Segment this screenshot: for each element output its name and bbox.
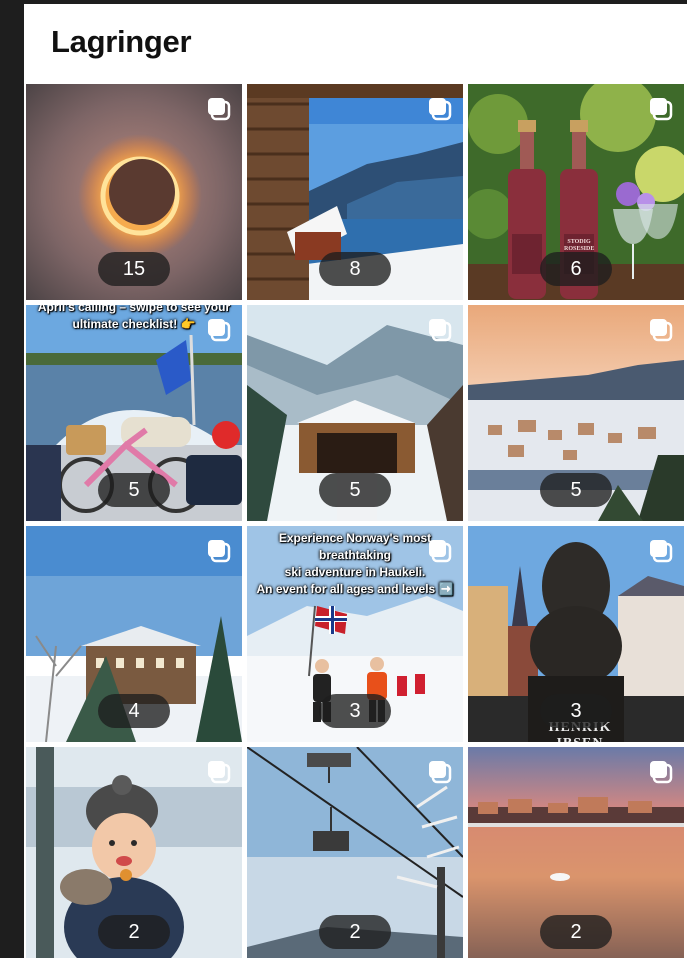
caption-line: ski adventure in Haukeli.	[284, 565, 426, 579]
multiple-items-icon	[429, 319, 452, 342]
collection-tile-snowy-bridge[interactable]: 5	[247, 305, 463, 521]
multiple-items-icon	[208, 540, 231, 563]
collection-tile-ski-adventure[interactable]: Experience Norway's most breathtaking sk…	[247, 526, 463, 742]
bottle-label-line: STODIG	[567, 239, 591, 245]
item-count-badge: 8	[319, 252, 391, 286]
collection-tile-child-snow[interactable]: 2	[26, 747, 242, 958]
caption-line: April's calling – swipe to see your	[37, 305, 231, 314]
collection-tile-winter-town[interactable]: 5	[468, 305, 684, 521]
multiple-items-icon	[208, 761, 231, 784]
collection-tile-winter-hotel[interactable]: 4	[26, 526, 242, 742]
multiple-items-icon	[429, 761, 452, 784]
item-count-badge: 5	[540, 473, 612, 507]
item-count-badge: 4	[98, 694, 170, 728]
item-count-badge: 5	[319, 473, 391, 507]
item-count-badge: 3	[319, 694, 391, 728]
collection-tile-ibsen-statue[interactable]: HENRIK IBSEN 3	[468, 526, 684, 742]
saved-collections-screen: Lagringer 15 8 STODIG ROSESIDE 6 April's…	[24, 4, 687, 958]
collection-tile-ski-lift[interactable]: 2	[247, 747, 463, 958]
item-count-badge: 5	[98, 473, 170, 507]
item-count-badge: 6	[540, 252, 612, 286]
item-count-badge: 2	[540, 915, 612, 949]
multiple-items-icon	[208, 319, 231, 342]
collection-tile-boat-checklist[interactable]: April's calling – swipe to see your ulti…	[26, 305, 242, 521]
collection-tile-rose-bottles[interactable]: STODIG ROSESIDE 6	[468, 84, 684, 300]
collections-grid: 15 8 STODIG ROSESIDE 6 April's calling –…	[26, 84, 687, 958]
collection-tile-harbour-sunset[interactable]: 2	[468, 747, 684, 958]
multiple-items-icon	[429, 98, 452, 121]
multiple-items-icon	[208, 98, 231, 121]
collection-tile-eclipse[interactable]: 15	[26, 84, 242, 300]
collection-tile-fjord-cabin[interactable]: 8	[247, 84, 463, 300]
bottle-label: STODIG ROSESIDE	[564, 239, 594, 253]
multiple-items-icon	[650, 540, 673, 563]
item-count-badge: 15	[98, 252, 170, 286]
page-title: Lagringer	[51, 24, 192, 59]
item-count-badge: 3	[540, 694, 612, 728]
multiple-items-icon	[429, 540, 452, 563]
multiple-items-icon	[650, 98, 673, 121]
header: Lagringer	[24, 4, 687, 82]
item-count-badge: 2	[98, 915, 170, 949]
caption-line: An event for all ages and levels ➡️	[256, 582, 454, 596]
multiple-items-icon	[650, 319, 673, 342]
multiple-items-icon	[650, 761, 673, 784]
item-count-badge: 2	[319, 915, 391, 949]
